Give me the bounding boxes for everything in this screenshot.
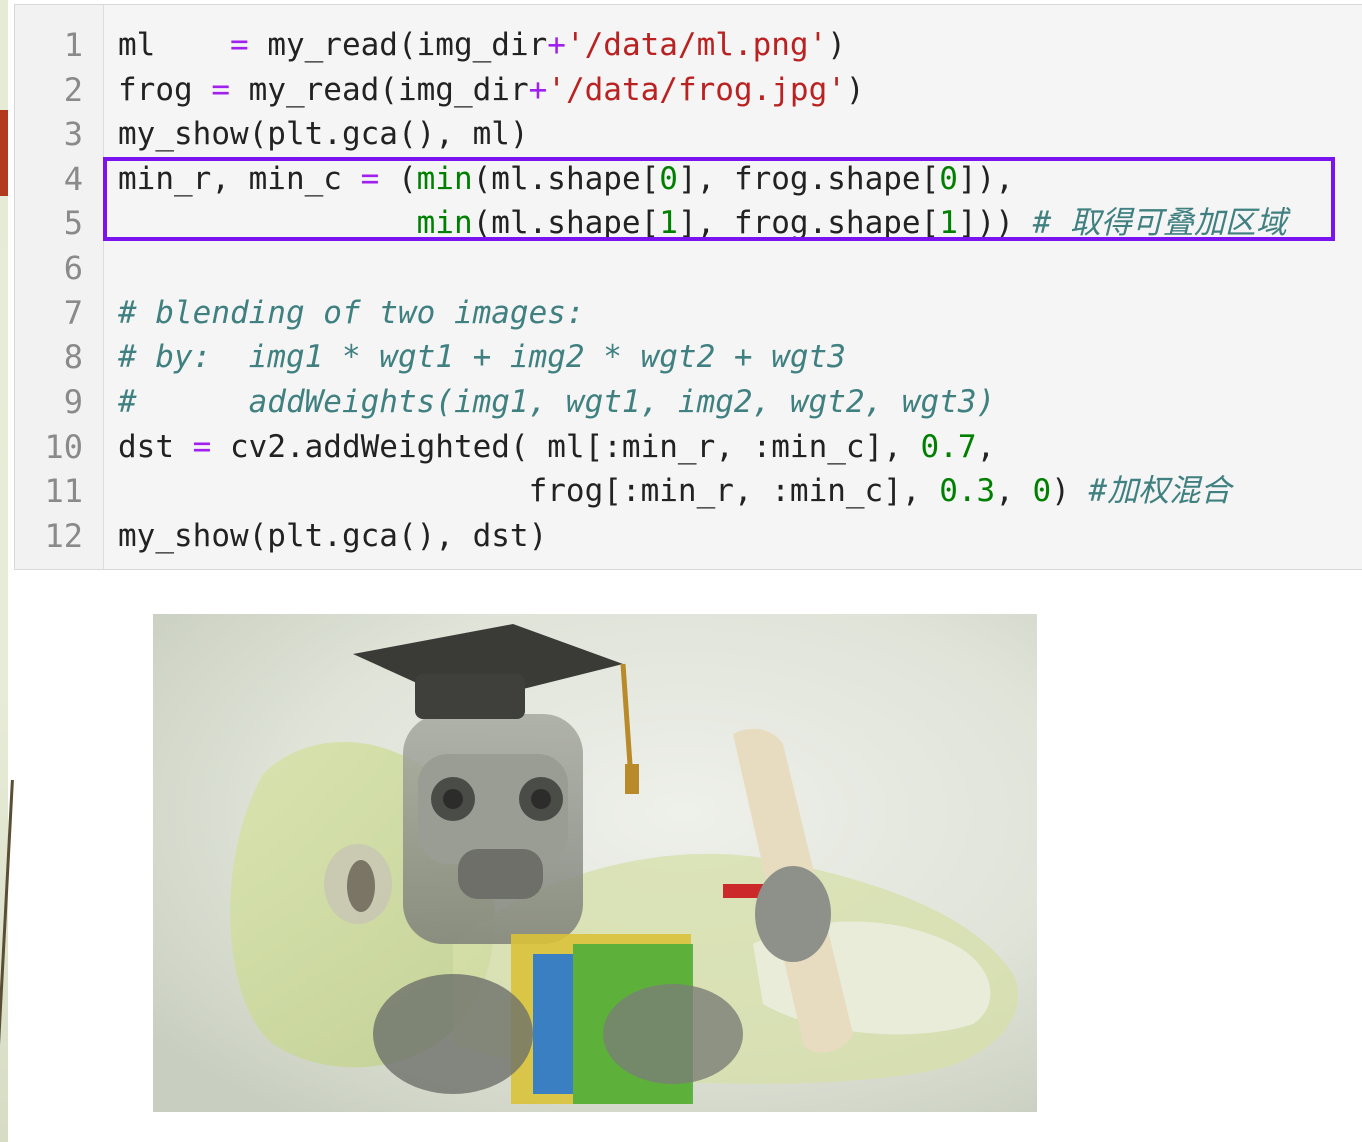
line-number: 7 xyxy=(63,294,83,332)
slide-accent-tab xyxy=(0,110,8,196)
line-number: 6 xyxy=(63,249,83,287)
code-number: 0.7 xyxy=(920,429,977,465)
code-token: my_read(img_dir xyxy=(248,72,529,108)
code-line-2[interactable]: frog = my_read(img_dir+'/data/frog.jpg') xyxy=(118,68,865,112)
line-number: 3 xyxy=(63,115,83,153)
code-token: frog xyxy=(118,72,193,108)
code-token: , xyxy=(976,429,996,465)
line-number: 8 xyxy=(63,338,83,376)
code-string: '/data/ml.png' xyxy=(565,27,828,63)
code-token: ) xyxy=(845,72,865,108)
line-number: 10 xyxy=(44,428,83,466)
code-token: dst xyxy=(118,429,193,465)
line-number-gutter: 1 2 3 4 5 6 7 8 9 10 11 12 xyxy=(15,5,104,569)
code-cell[interactable]: 1 2 3 4 5 6 7 8 9 10 11 12 ml = my_read(… xyxy=(14,4,1362,570)
code-comment: #加权混合 xyxy=(1088,473,1232,509)
code-line-11[interactable]: frog[:min_r, :min_c], 0.3, 0) #加权混合 xyxy=(118,469,1232,513)
code-line-1[interactable]: ml = my_read(img_dir+'/data/ml.png') xyxy=(118,23,846,67)
line-number: 9 xyxy=(63,383,83,421)
code-token: ml xyxy=(118,27,156,63)
code-operator: = xyxy=(192,72,249,108)
slide-decoration-line xyxy=(0,780,14,1120)
output-image xyxy=(153,614,1037,1112)
code-number: 0.3 xyxy=(939,473,996,509)
line-number: 11 xyxy=(44,472,83,510)
line-number: 2 xyxy=(63,71,83,109)
code-line-8[interactable]: # by: img1 * wgt1 + img2 * wgt2 + wgt3 xyxy=(118,335,846,379)
code-token: cv2.addWeighted( ml[:min_r, :min_c], xyxy=(211,429,921,465)
code-line-10[interactable]: dst = cv2.addWeighted( ml[:min_r, :min_c… xyxy=(118,425,995,469)
code-operator: + xyxy=(528,72,548,108)
code-string: '/data/frog.jpg' xyxy=(547,72,846,108)
code-token: , xyxy=(995,473,1033,509)
code-line-7[interactable]: # blending of two images: xyxy=(118,291,585,335)
code-token: ) xyxy=(827,27,846,63)
code-number: 0 xyxy=(1032,473,1052,509)
code-operator: = xyxy=(229,27,249,63)
line-number: 12 xyxy=(44,517,83,555)
code-token: frog[:min_r, :min_c], xyxy=(528,473,940,509)
code-line-9[interactable]: # addWeights(img1, wgt1, img2, wgt2, wgt… xyxy=(118,380,995,424)
code-operator: + xyxy=(547,27,566,63)
blended-robot-frog-image xyxy=(153,614,1037,1112)
code-line-3[interactable]: my_show(plt.gca(), ml) xyxy=(118,112,529,156)
slide-edge xyxy=(0,0,14,1142)
line-number: 1 xyxy=(63,26,83,64)
highlight-box xyxy=(103,157,1335,241)
line-number: 4 xyxy=(63,160,83,198)
code-operator: = xyxy=(192,429,212,465)
line-number: 5 xyxy=(63,204,83,242)
code-line-12[interactable]: my_show(plt.gca(), dst) xyxy=(118,514,547,558)
code-token: ) xyxy=(1051,473,1089,509)
code-token: my_read(img_dir xyxy=(248,27,548,63)
